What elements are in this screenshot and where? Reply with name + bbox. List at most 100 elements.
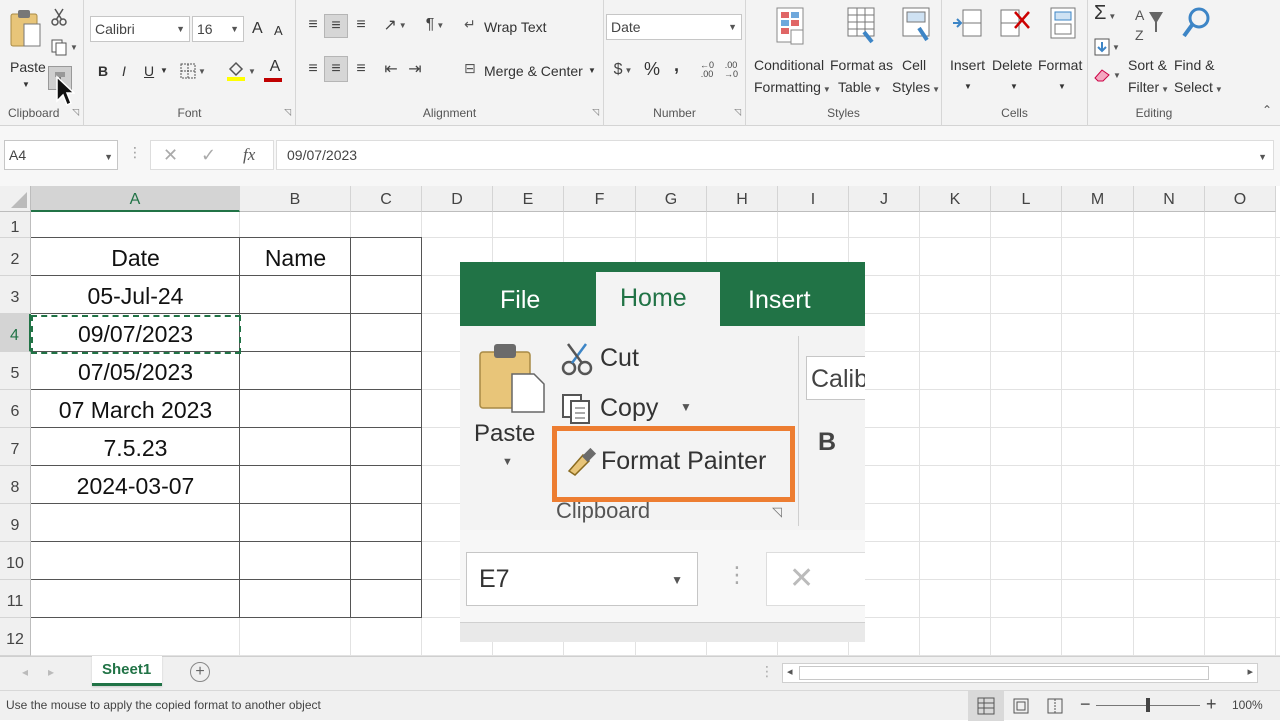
column-header-c[interactable]: C [351,186,422,212]
header-date[interactable]: Date [31,238,240,276]
row-header-7[interactable]: 7 [0,428,31,466]
header-name[interactable]: Name [240,238,351,276]
clear-icon[interactable]: ▼ [1092,64,1122,86]
row-header-6[interactable]: 6 [0,390,31,428]
zoom-out-icon[interactable]: − [1080,694,1091,715]
decrease-indent-icon[interactable]: ⇤ [380,58,402,80]
zoom-in-icon[interactable]: + [1206,694,1217,715]
column-header-b[interactable]: B [240,186,351,212]
alignment-launcher-icon[interactable]: ◹ [592,107,599,118]
decrease-decimal-icon[interactable]: .00 →0 [720,58,742,82]
align-right-icon[interactable]: ≡ [350,58,372,80]
copy-icon[interactable]: ▼ [48,36,80,58]
increase-decimal-icon[interactable]: ←0.00 [696,58,718,82]
column-header-f[interactable]: F [564,186,636,212]
find-select-button[interactable]: Find & Select ▼ [1172,4,1223,100]
column-header-k[interactable]: K [920,186,991,212]
bold-button[interactable]: B [98,60,108,82]
row-header-8[interactable]: 8 [0,466,31,504]
inset-clipboard-launcher-icon[interactable]: ◹ [772,504,782,520]
row-header-5[interactable]: 5 [0,352,31,390]
inset-paste-button[interactable]: Paste ▼ [474,340,554,480]
row-header-10[interactable]: 10 [0,542,31,580]
confirm-entry-icon[interactable]: ✓ [201,141,216,169]
number-format-select[interactable]: Date ▼ [606,14,742,40]
normal-view-icon[interactable] [968,691,1004,721]
insert-cells-button[interactable]: Insert ▼ [946,4,990,100]
paste-button[interactable]: Paste ▼ [8,6,46,90]
row-header-1[interactable]: 1 [0,212,31,238]
tab-scroll-right-icon[interactable]: ▸ [48,665,54,679]
sort-filter-button[interactable]: A Z Sort & Filter ▼ [1124,4,1172,100]
format-painter-highlight[interactable]: Format Painter [552,426,795,502]
column-header-g[interactable]: G [636,186,707,212]
percent-button[interactable]: % [644,58,660,80]
column-header-l[interactable]: L [991,186,1062,212]
column-header-a[interactable]: A [31,186,240,212]
zoom-level[interactable]: 100% [1232,698,1263,712]
delete-cells-button[interactable]: Delete ▼ [990,4,1038,100]
comma-button[interactable]: , [674,54,679,76]
inset-cancel-icon[interactable]: ✕ [789,561,814,596]
horizontal-scroll-thumb[interactable] [799,666,1209,680]
select-all-corner[interactable] [0,186,31,212]
row-header-12[interactable]: 12 [0,618,31,656]
cut-icon[interactable] [48,6,70,28]
collapse-ribbon-icon[interactable]: ⌃ [1262,103,1272,117]
name-box[interactable]: A4 ▼ [4,140,118,170]
conditional-formatting-button[interactable]: Conditional Formatting ▼ [748,4,832,100]
column-header-i[interactable]: I [778,186,849,212]
column-header-o[interactable]: O [1205,186,1276,212]
orientation-icon[interactable]: ↗ ▼ [380,14,410,36]
grow-font-button[interactable]: A [252,18,263,40]
scroll-left-icon[interactable]: ◂ [787,665,793,678]
font-color-button[interactable]: A [260,58,290,84]
row-header-4[interactable]: 4 [0,314,31,352]
borders-icon[interactable]: ▼ [178,60,208,82]
column-header-n[interactable]: N [1134,186,1205,212]
clipboard-launcher-icon[interactable]: ◹ [72,107,79,118]
inset-tab-insert[interactable]: Insert [748,286,811,315]
date-cell[interactable]: 7.5.23 [31,428,240,466]
increase-indent-icon[interactable]: ⇥ [404,58,426,80]
font-launcher-icon[interactable]: ◹ [284,107,291,118]
align-middle-icon[interactable]: ≡ [324,14,348,38]
inset-font-name-box[interactable]: Calib [806,356,865,400]
italic-button[interactable]: I [122,60,126,82]
row-header-2[interactable]: 2 [0,238,31,276]
page-break-view-icon[interactable] [1044,697,1066,715]
text-direction-icon[interactable]: ¶ ▼ [420,14,450,36]
fill-color-icon[interactable]: ▼ [224,58,258,84]
accounting-format-icon[interactable]: $ ▼ [608,58,638,82]
row-header-3[interactable]: 3 [0,276,31,314]
number-launcher-icon[interactable]: ◹ [734,107,741,118]
cancel-entry-icon[interactable]: ✕ [163,141,178,169]
font-size-select[interactable]: 16 ▼ [192,16,244,42]
align-top-icon[interactable]: ≡ [302,14,324,36]
column-header-d[interactable]: D [422,186,493,212]
font-name-select[interactable]: Calibri ▼ [90,16,190,42]
shrink-font-button[interactable]: A [274,20,283,42]
date-cell[interactable]: 05-Jul-24 [31,276,240,314]
date-cell[interactable]: 07 March 2023 [31,390,240,428]
format-as-table-button[interactable]: Format as Table ▼ [830,4,893,100]
scroll-right-icon[interactable]: ▸ [1247,665,1253,678]
page-layout-view-icon[interactable] [1010,697,1032,715]
insert-function-icon[interactable]: fx [243,141,255,169]
column-header-j[interactable]: J [849,186,920,212]
align-center-icon[interactable]: ≡ [324,56,348,82]
inset-tab-file[interactable]: File [500,286,540,315]
date-cell[interactable]: 07/05/2023 [31,352,240,390]
inset-name-box[interactable]: E7 ▼ [466,552,698,606]
fill-icon[interactable]: ▼ [1092,36,1122,58]
row-header-11[interactable]: 11 [0,580,31,618]
align-left-icon[interactable]: ≡ [302,58,324,80]
date-cell[interactable]: 2024-03-07 [31,466,240,504]
column-header-m[interactable]: M [1062,186,1134,212]
inset-cut-button[interactable]: Cut [560,340,760,380]
autosum-button[interactable]: Σ ▼ [1094,2,1116,28]
sheet-tab-sheet1[interactable]: Sheet1 [92,656,162,686]
row-header-9[interactable]: 9 [0,504,31,542]
align-bottom-icon[interactable]: ≡ [350,14,372,36]
underline-button[interactable]: U [144,60,154,82]
